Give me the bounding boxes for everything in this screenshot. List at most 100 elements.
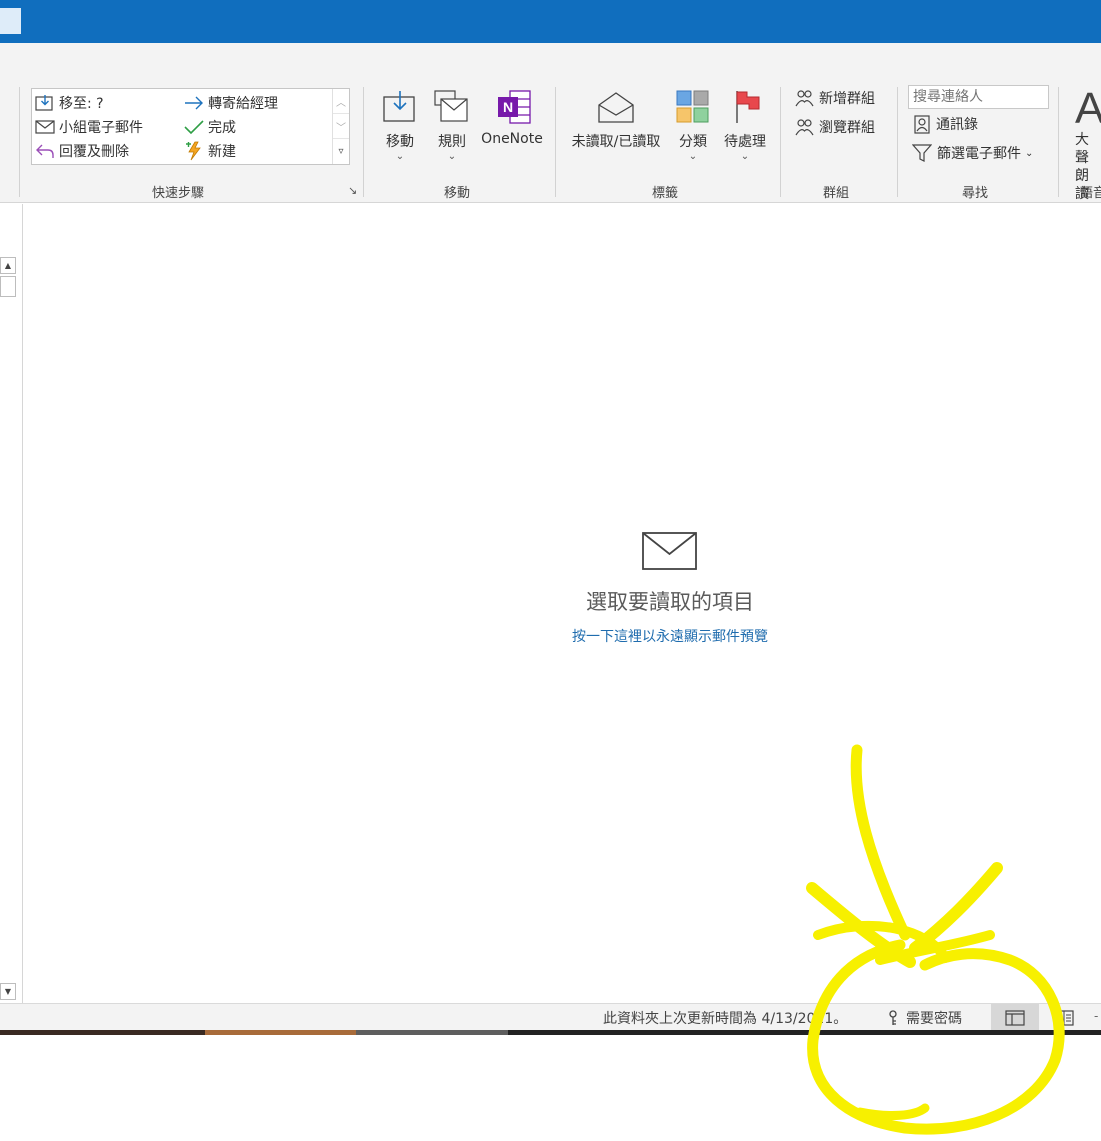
onenote-button[interactable]: N OneNote [479, 89, 545, 147]
scroll-down-icon[interactable]: ﹀ [333, 114, 349, 139]
title-bar [0, 0, 1101, 43]
reading-view-icon [1054, 1009, 1074, 1026]
empty-reading-pane-title: 選取要讀取的項目 [586, 590, 754, 614]
read-aloud-icon: A [1075, 87, 1101, 133]
move-label: 移動 [386, 134, 414, 150]
search-contacts-input[interactable] [908, 85, 1049, 109]
quick-step-label: 移至: ? [59, 96, 104, 112]
key-icon [889, 1010, 897, 1025]
filter-email-label: 篩選電子郵件 [937, 146, 1021, 162]
scroll-up-icon[interactable]: ▲ [0, 257, 16, 274]
new-group-button[interactable]: 新增群組 [795, 87, 875, 109]
unread-read-label: 未讀取/已讀取 [571, 134, 661, 150]
chevron-down-icon: ⌄ [688, 151, 698, 162]
unread-read-button[interactable]: 未讀取/已讀取 [567, 89, 665, 151]
taskbar-strip [0, 1030, 1101, 1035]
onenote-icon: N [498, 90, 531, 124]
browse-groups-button[interactable]: 瀏覽群組 [795, 116, 875, 138]
reply-icon [34, 141, 56, 161]
folder-updated-status: 此資料夾上次更新時間為 4/13/2021。 [603, 1011, 848, 1027]
quick-step-label: 新建 [208, 144, 236, 160]
reading-pane: 選取要讀取的項目 按一下這裡以永遠顯示郵件預覽 [24, 204, 1101, 1003]
taskbar-segment [0, 1030, 205, 1035]
move-button[interactable]: 移動 ⌄ [381, 89, 419, 163]
empty-link-wrap: 按一下這裡以永遠顯示郵件預覽 [24, 626, 1101, 646]
status-bar: 此資料夾上次更新時間為 4/13/2021。 需要密碼 - [0, 1003, 1101, 1031]
chevron-down-icon: ⌄ [740, 151, 750, 162]
filter-email-button[interactable]: 篩選電子郵件 ⌄ [912, 142, 1033, 164]
quick-step-forward-manager[interactable]: 轉寄給經理 [183, 93, 278, 113]
ribbon-separator [555, 87, 556, 197]
quick-step-label: 小組電子郵件 [59, 120, 143, 136]
lightning-icon [183, 141, 205, 161]
quick-step-done[interactable]: 完成 [183, 117, 236, 137]
group-label-groups: 群組 [823, 186, 850, 201]
quick-steps-scrollbar: ︿ ﹀ ▿ [332, 89, 349, 164]
group-label-speech: 語音 [1080, 186, 1101, 201]
open-envelope-icon [598, 92, 634, 123]
rules-icon [434, 90, 468, 122]
quick-step-team-email[interactable]: 小組電子郵件 [34, 117, 143, 137]
quick-steps-gallery: 移至: ? 小組電子郵件 回覆及刪除 轉寄給經理 完成 新建 ︿ ﹀ ▿ [31, 88, 350, 165]
browse-groups-label: 瀏覽群組 [819, 120, 875, 136]
gallery-expand-icon[interactable]: ▿ [333, 139, 349, 164]
message-list-pane: ▲ ▼ [0, 204, 23, 1003]
address-book-label: 通訊錄 [936, 117, 978, 133]
envelope-icon [642, 532, 697, 570]
categorize-icon [676, 90, 709, 123]
follow-up-button[interactable]: 待處理 ⌄ [721, 89, 769, 163]
checkmark-icon [183, 117, 205, 137]
zoom-minus-icon[interactable]: - [1094, 1009, 1098, 1023]
group-label-tags: 標籤 [652, 186, 679, 201]
group-label-quick-steps: 快速步驟 [152, 186, 205, 201]
taskbar-segment [356, 1030, 508, 1035]
password-needed-label: 需要密碼 [906, 1011, 962, 1027]
quick-step-label: 回覆及刪除 [59, 144, 129, 160]
rules-button[interactable]: 規則 ⌄ [432, 89, 472, 163]
reading-view-button[interactable] [1045, 1004, 1083, 1031]
chevron-down-icon: ⌄ [1025, 147, 1034, 159]
password-needed-status[interactable]: 需要密碼 [887, 1008, 962, 1028]
quick-step-move-to[interactable]: 移至: ? [34, 93, 104, 113]
rules-label: 規則 [438, 134, 466, 150]
group-label-move: 移動 [444, 186, 471, 201]
move-to-folder-icon [34, 93, 56, 113]
svg-text:N: N [503, 99, 513, 115]
address-book-button[interactable]: 通訊錄 [913, 113, 978, 135]
quick-step-reply-delete[interactable]: 回覆及刪除 [34, 141, 129, 161]
always-show-preview-link[interactable]: 按一下這裡以永遠顯示郵件預覽 [572, 629, 768, 645]
ribbon: 移至: ? 小組電子郵件 回覆及刪除 轉寄給經理 完成 新建 ︿ ﹀ ▿ 快速步… [0, 43, 1101, 203]
forward-arrow-icon [183, 93, 205, 113]
group-label-find: 尋找 [962, 186, 989, 201]
empty-title-wrap: 選取要讀取的項目 [24, 586, 1101, 616]
window-control-fragment[interactable] [0, 8, 21, 34]
follow-up-label: 待處理 [724, 134, 766, 150]
taskbar-segment [205, 1030, 356, 1035]
read-aloud-label-1: 大聲 [1075, 132, 1089, 166]
ribbon-separator [1058, 87, 1059, 197]
quick-step-label: 完成 [208, 120, 236, 136]
normal-view-button[interactable] [991, 1004, 1039, 1031]
ribbon-separator [780, 87, 781, 197]
scrollbar-thumb[interactable] [0, 276, 16, 297]
ribbon-separator [897, 87, 898, 197]
scroll-down-icon[interactable]: ▼ [0, 983, 16, 1000]
categorize-button[interactable]: 分類 ⌄ [674, 89, 712, 163]
envelope-icon [34, 117, 56, 137]
address-book-icon [914, 114, 930, 134]
scroll-up-icon[interactable]: ︿ [333, 89, 349, 114]
people-group-icon [795, 118, 814, 135]
quick-step-create-new[interactable]: 新建 [183, 141, 236, 161]
flag-icon [736, 91, 760, 123]
people-group-icon [795, 89, 814, 106]
filter-funnel-icon [912, 144, 932, 162]
taskbar-segment [508, 1030, 1101, 1035]
categorize-label: 分類 [679, 134, 707, 150]
onenote-label: OneNote [481, 131, 543, 147]
ribbon-separator [19, 87, 20, 197]
move-folder-icon [383, 91, 415, 122]
quick-step-label: 轉寄給經理 [208, 96, 278, 112]
dialog-launcher-icon[interactable]: ↘ [348, 184, 357, 197]
new-group-label: 新增群組 [819, 91, 875, 107]
chevron-down-icon: ⌄ [447, 151, 457, 162]
